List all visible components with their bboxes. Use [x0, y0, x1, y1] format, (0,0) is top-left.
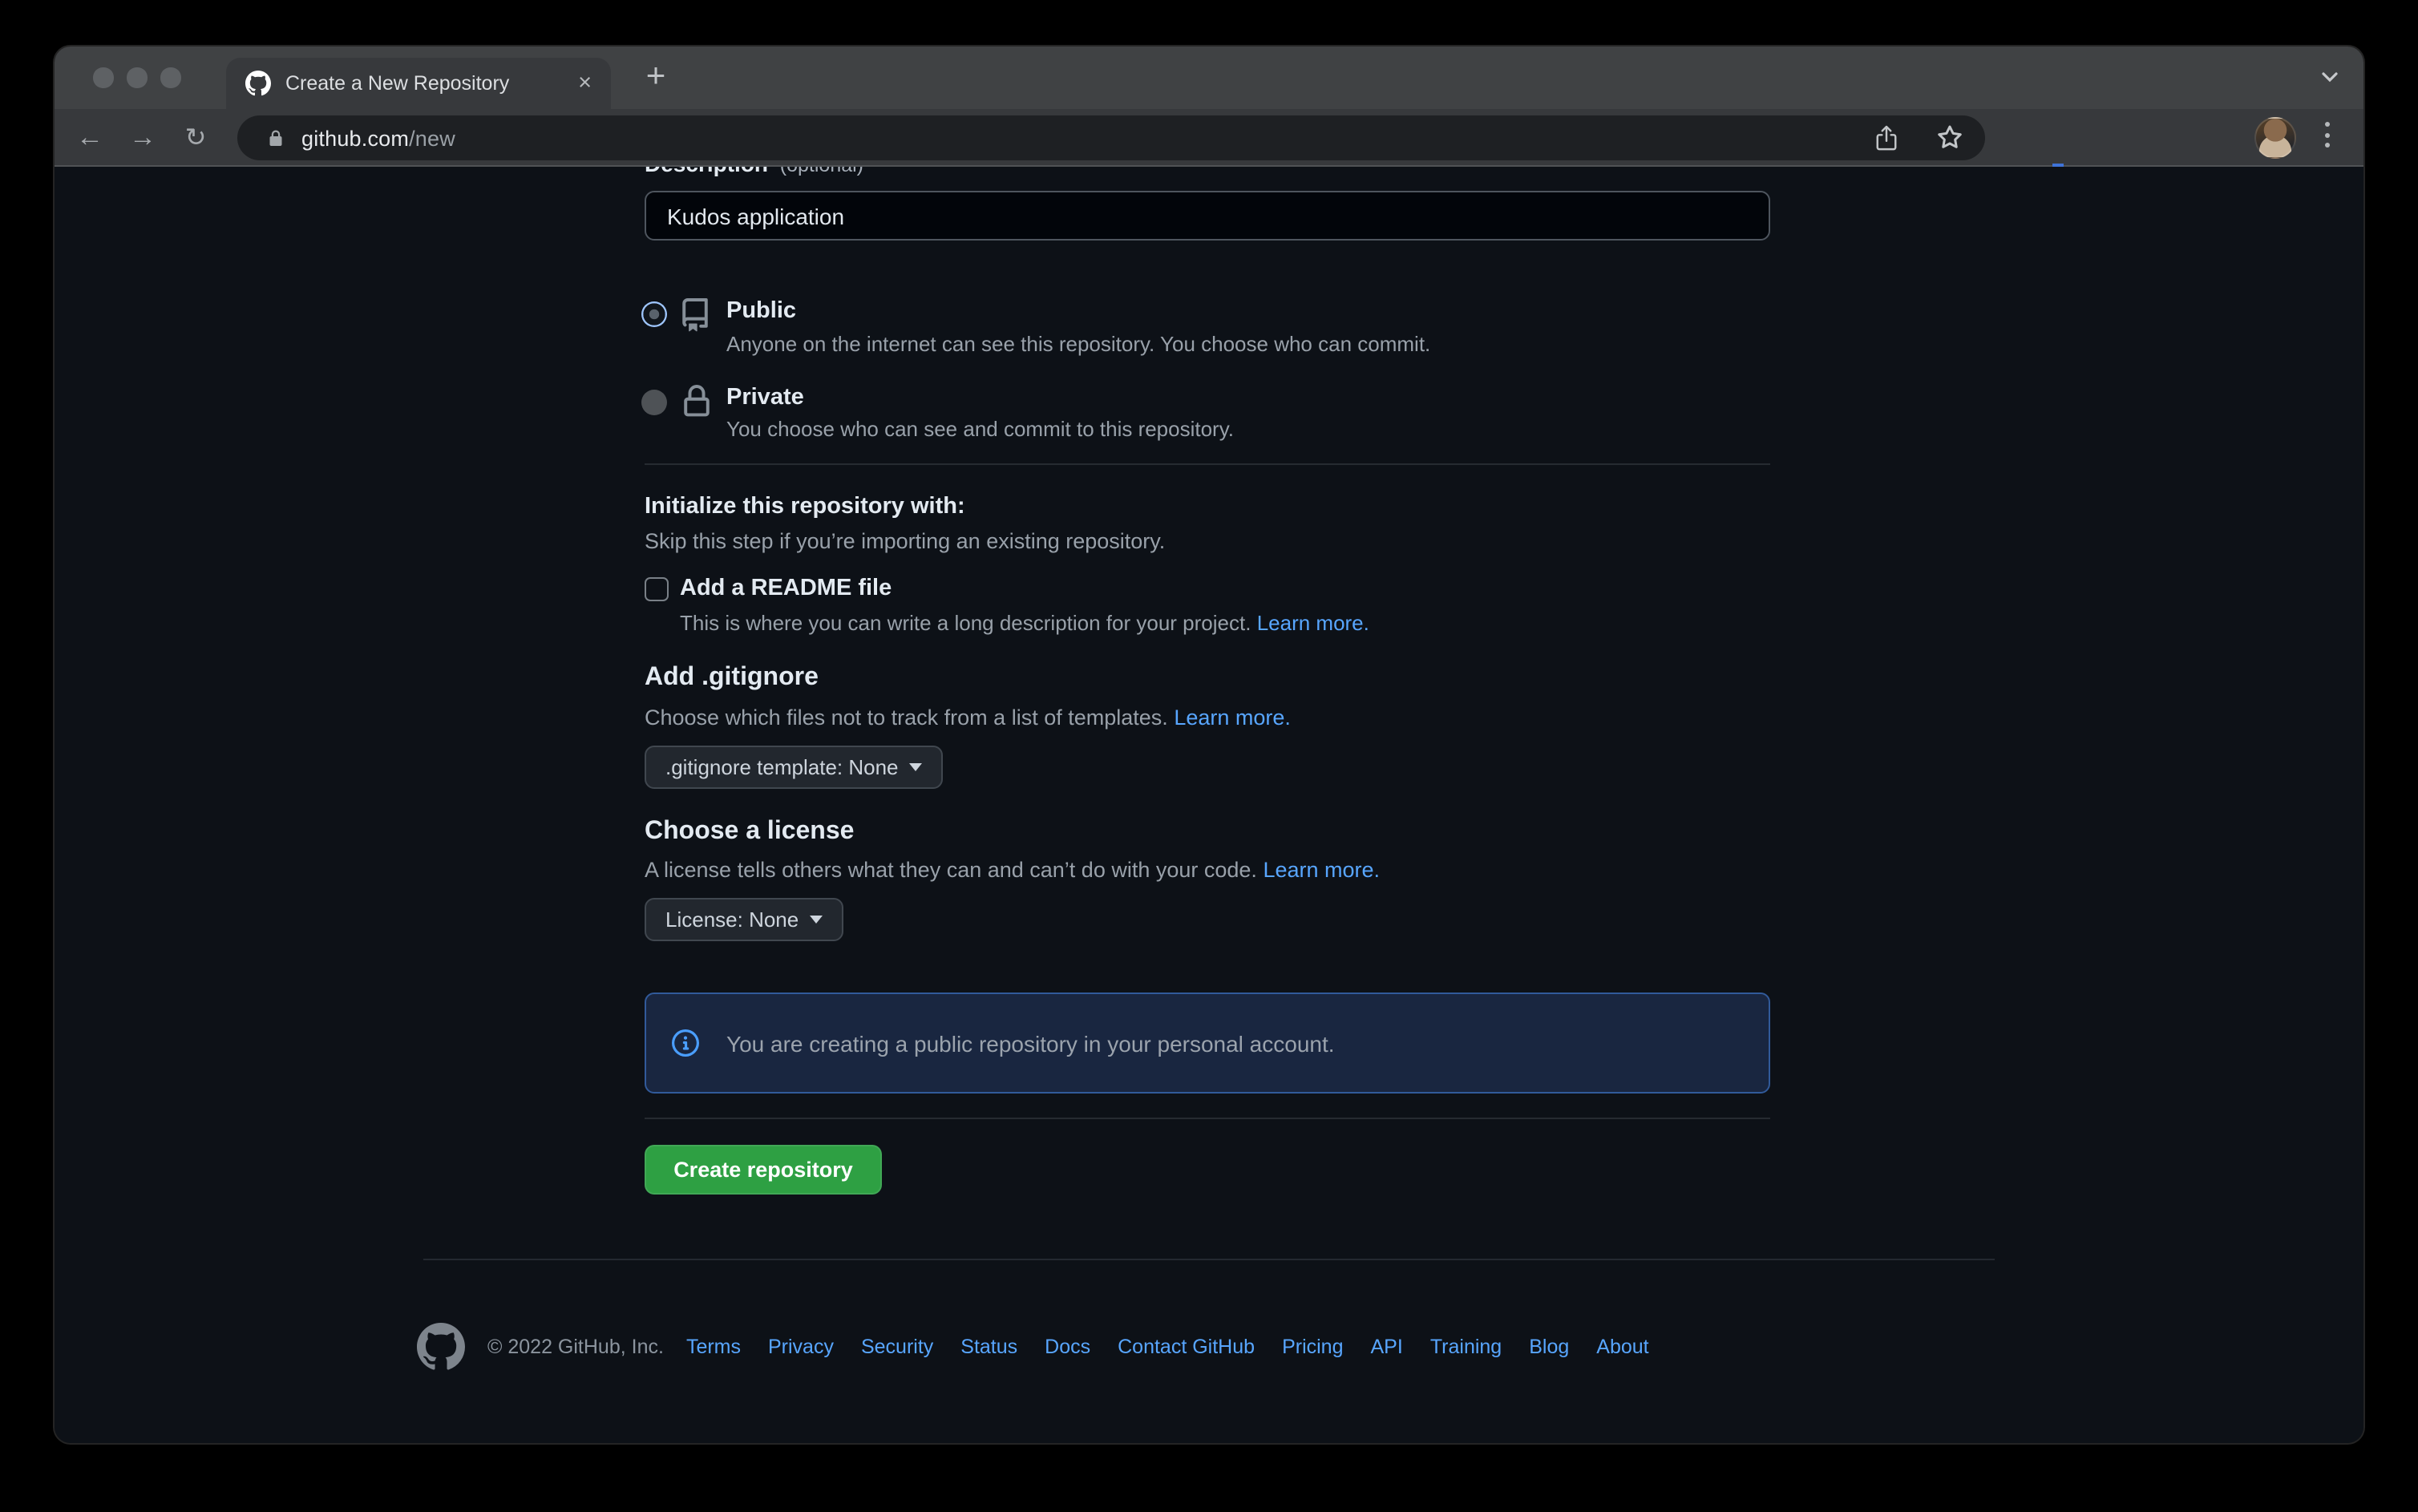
browser-window: Create a New Repository × + ← → ↻ github… — [55, 46, 2363, 1443]
reload-button[interactable]: ↻ — [176, 121, 215, 153]
section-divider — [645, 1118, 1770, 1119]
readme-label[interactable]: Add a README file — [680, 576, 892, 601]
footer-link-pricing[interactable]: Pricing — [1282, 1336, 1343, 1358]
forward-button[interactable]: → — [123, 121, 162, 153]
footer: © 2022 GitHub, Inc. Terms Privacy Securi… — [417, 1321, 2001, 1373]
github-new-repo-page: Description (optional) Public Anyone on … — [55, 167, 2363, 1443]
readme-note: This is where you can write a long descr… — [680, 611, 1369, 635]
footer-link-status[interactable]: Status — [960, 1336, 1017, 1358]
readme-learn-more-link[interactable]: Learn more. — [1257, 611, 1369, 635]
tab-close-icon[interactable]: × — [573, 71, 596, 96]
private-radio[interactable] — [641, 390, 667, 415]
footer-links: Terms Privacy Security Status Docs Conta… — [686, 1336, 1649, 1358]
create-repository-button[interactable]: Create repository — [645, 1145, 882, 1195]
public-option-note: Anyone on the internet can see this repo… — [726, 332, 1430, 356]
footer-link-api[interactable]: API — [1371, 1336, 1403, 1358]
gitignore-heading: Add .gitignore — [645, 664, 819, 693]
footer-link-training[interactable]: Training — [1430, 1336, 1502, 1358]
initialize-heading: Initialize this repository with: — [645, 494, 965, 519]
readme-checkbox[interactable] — [645, 577, 668, 600]
repo-book-icon — [678, 298, 712, 332]
github-logo-icon[interactable] — [417, 1323, 465, 1371]
dropdown-caret-icon — [910, 763, 923, 771]
browser-toolbar: ← → ↻ github.com/new — [55, 109, 2363, 167]
desktop-background: Create a New Repository × + ← → ↻ github… — [0, 0, 2418, 1512]
initialize-note: Skip this step if you’re importing an ex… — [645, 529, 1165, 553]
url-text: github.com/new — [301, 126, 455, 150]
url-path: /new — [409, 126, 455, 150]
license-heading: Choose a license — [645, 818, 854, 847]
info-icon — [672, 1029, 699, 1057]
bookmark-star-icon[interactable] — [1937, 125, 1963, 151]
gitignore-note: Choose which files not to track from a l… — [645, 705, 1291, 730]
window-minimize-button[interactable] — [127, 67, 147, 87]
description-label: Description (optional) — [645, 167, 863, 176]
license-note: A license tells others what they can and… — [645, 858, 1380, 882]
dropdown-caret-icon — [810, 916, 823, 924]
footer-link-terms[interactable]: Terms — [686, 1336, 741, 1358]
share-icon[interactable] — [1874, 124, 1898, 152]
public-radio[interactable] — [641, 301, 667, 327]
copyright-text: © 2022 GitHub, Inc. — [487, 1336, 664, 1358]
tab-strip: Create a New Repository × + — [55, 46, 2363, 109]
section-divider — [645, 463, 1770, 465]
tab-search-chevron-icon[interactable] — [2320, 67, 2339, 87]
footer-link-docs[interactable]: Docs — [1045, 1336, 1090, 1358]
url-host: github.com — [301, 126, 409, 150]
tab-title: Create a New Repository — [285, 72, 573, 95]
browser-menu-icon[interactable] — [2325, 122, 2330, 148]
profile-avatar[interactable] — [2254, 117, 2296, 159]
banner-text: You are creating a public repository in … — [726, 1030, 1335, 1056]
browser-tab[interactable]: Create a New Repository × — [226, 58, 611, 109]
private-option-label[interactable]: Private — [726, 385, 804, 410]
footer-divider — [423, 1259, 1995, 1260]
description-input[interactable] — [645, 191, 1770, 241]
lock-icon — [680, 385, 714, 418]
ssl-lock-icon[interactable] — [266, 127, 285, 148]
footer-link-blog[interactable]: Blog — [1529, 1336, 1569, 1358]
github-favicon-icon — [245, 71, 271, 96]
footer-link-privacy[interactable]: Privacy — [768, 1336, 834, 1358]
new-tab-button[interactable]: + — [635, 56, 677, 98]
window-close-button[interactable] — [93, 67, 113, 87]
gitignore-template-dropdown[interactable]: .gitignore template: None — [645, 746, 944, 789]
footer-link-contact[interactable]: Contact GitHub — [1118, 1336, 1255, 1358]
window-zoom-button[interactable] — [160, 67, 180, 87]
address-bar[interactable]: github.com/new — [237, 115, 1985, 160]
back-button[interactable]: ← — [71, 121, 109, 153]
license-dropdown[interactable]: License: None — [645, 898, 843, 941]
license-learn-more-link[interactable]: Learn more. — [1263, 858, 1380, 882]
gitignore-learn-more-link[interactable]: Learn more. — [1174, 705, 1291, 730]
public-option-label[interactable]: Public — [726, 298, 796, 324]
visibility-info-banner: You are creating a public repository in … — [645, 993, 1770, 1094]
footer-link-about[interactable]: About — [1596, 1336, 1648, 1358]
footer-link-security[interactable]: Security — [861, 1336, 933, 1358]
private-option-note: You choose who can see and commit to thi… — [726, 417, 1234, 441]
